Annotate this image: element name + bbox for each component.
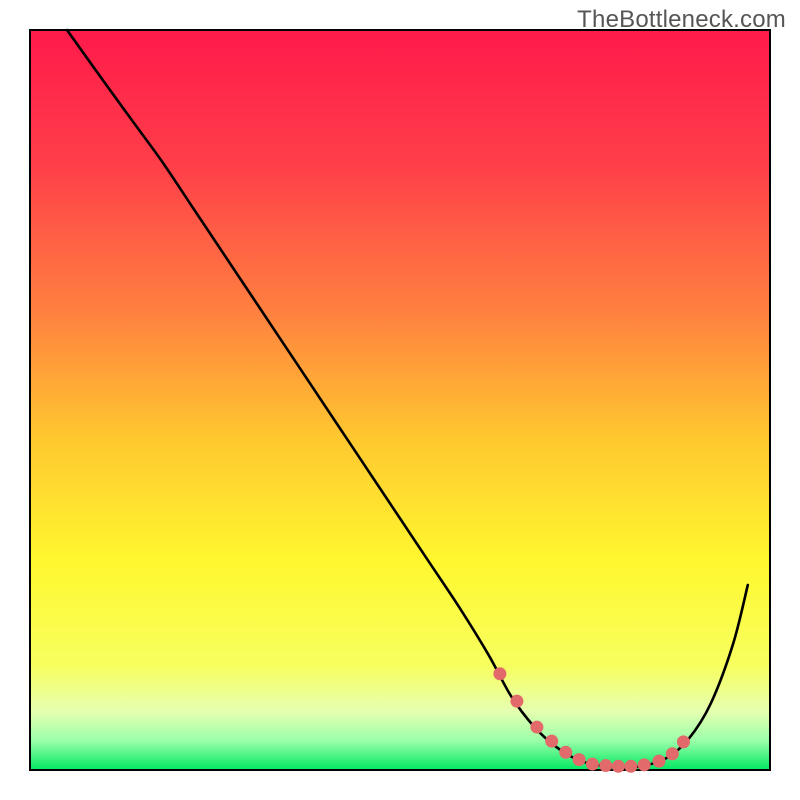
highlight-dot xyxy=(559,746,572,759)
highlight-dot xyxy=(573,753,586,766)
highlight-dot xyxy=(493,667,506,680)
highlight-dot xyxy=(510,695,523,708)
highlight-dot xyxy=(666,747,679,760)
gradient-background xyxy=(30,30,770,770)
watermark-text: TheBottleneck.com xyxy=(577,6,786,34)
chart-container: TheBottleneck.com xyxy=(0,0,800,800)
highlight-dot xyxy=(612,760,625,773)
bottleneck-chart xyxy=(0,0,800,800)
highlight-dot xyxy=(599,759,612,772)
highlight-dot xyxy=(586,758,599,771)
highlight-dot xyxy=(653,755,666,768)
highlight-dot xyxy=(530,721,543,734)
highlight-dot xyxy=(638,758,651,771)
highlight-dot xyxy=(677,735,690,748)
highlight-dot xyxy=(545,735,558,748)
highlight-dot xyxy=(624,760,637,773)
